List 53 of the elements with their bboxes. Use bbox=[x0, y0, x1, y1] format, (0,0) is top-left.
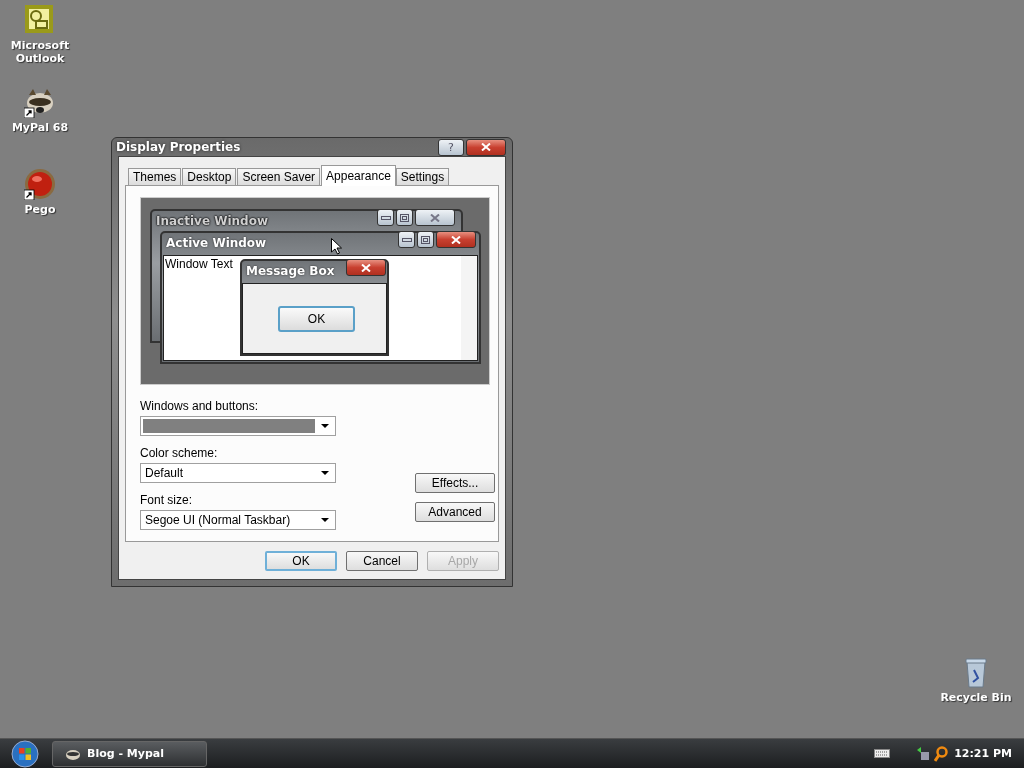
dropdown-arrow-icon[interactable] bbox=[321, 424, 329, 428]
tab[interactable]: Screen Saver bbox=[237, 168, 321, 186]
dialog-button[interactable]: Advanced bbox=[415, 502, 495, 522]
close-icon bbox=[481, 143, 491, 151]
ball-icon[interactable] bbox=[24, 168, 56, 200]
dropdown[interactable]: Default bbox=[140, 463, 336, 483]
desktop-icon-label: MyPal 68 bbox=[11, 121, 69, 134]
close-button[interactable] bbox=[436, 231, 476, 248]
keyboard-icon[interactable] bbox=[874, 749, 891, 758]
close-icon bbox=[451, 235, 461, 244]
window-title: Message Box bbox=[246, 264, 335, 278]
desktop-icon-label: Pego bbox=[24, 203, 56, 216]
maximize-icon bbox=[400, 213, 409, 222]
minimize-button[interactable] bbox=[377, 209, 394, 226]
minimize-button[interactable] bbox=[398, 231, 415, 248]
close-button[interactable] bbox=[415, 209, 455, 226]
window-title: Display Properties bbox=[116, 140, 241, 154]
tab[interactable]: Appearance bbox=[321, 165, 396, 186]
taskbar-button[interactable]: Blog - Mypal bbox=[52, 740, 207, 767]
ok-button[interactable]: OK bbox=[278, 306, 355, 332]
dialog-button[interactable]: Cancel bbox=[346, 551, 418, 571]
clock[interactable]: 12:21 PM bbox=[954, 747, 1012, 760]
search-icon[interactable] bbox=[934, 745, 949, 762]
close-icon bbox=[361, 263, 371, 272]
tab[interactable]: Desktop bbox=[182, 168, 237, 186]
dialog-button[interactable]: OK bbox=[265, 551, 337, 571]
close-button[interactable] bbox=[346, 259, 386, 276]
start-button-icon[interactable] bbox=[10, 739, 40, 768]
desktop-icon-label: Microsoft Outlook bbox=[9, 39, 71, 65]
close-icon bbox=[430, 213, 440, 222]
dropdown-arrow-icon[interactable] bbox=[321, 471, 329, 475]
dialog-button[interactable]: Effects... bbox=[415, 473, 495, 493]
minimize-icon bbox=[380, 215, 391, 220]
field-label: Color scheme: bbox=[140, 446, 219, 460]
network-icon[interactable] bbox=[916, 745, 931, 762]
window-text: Window Text bbox=[165, 257, 233, 271]
field-label: Font size: bbox=[140, 493, 194, 507]
tab[interactable]: Themes bbox=[128, 168, 182, 186]
maximize-button[interactable] bbox=[396, 209, 413, 226]
tab[interactable]: Settings bbox=[395, 168, 450, 186]
field-label: Windows and buttons: bbox=[140, 399, 260, 413]
minimize-icon bbox=[401, 237, 412, 242]
calendar-icon[interactable] bbox=[24, 4, 56, 36]
help-button[interactable]: ? bbox=[438, 138, 464, 156]
dropdown-arrow-icon[interactable] bbox=[321, 518, 329, 522]
window-title: Inactive Window bbox=[156, 214, 269, 228]
window-title: Active Window bbox=[166, 236, 267, 250]
desktop-icon-label: Recycle Bin bbox=[940, 691, 1012, 704]
dropdown[interactable] bbox=[140, 416, 336, 436]
maximize-button[interactable] bbox=[417, 231, 434, 248]
dropdown[interactable]: Segoe UI (Normal Taskbar) bbox=[140, 510, 336, 530]
close-button[interactable] bbox=[466, 138, 506, 156]
maximize-icon bbox=[421, 235, 430, 244]
